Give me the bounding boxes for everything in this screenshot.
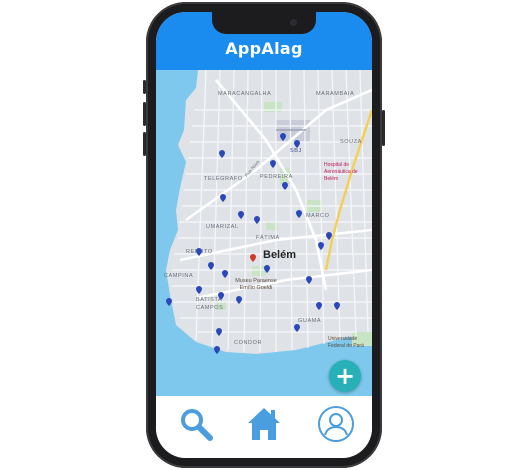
location-pin-icon[interactable] [296, 210, 302, 218]
mute-switch [143, 80, 146, 94]
neighborhood-label: CAMPINA [164, 273, 194, 279]
location-pin-icon[interactable] [254, 216, 260, 224]
home-icon [248, 408, 280, 440]
location-pin-icon[interactable] [216, 328, 222, 336]
location-pin-icon[interactable] [280, 133, 286, 141]
location-pin-icon[interactable] [238, 211, 244, 219]
neighborhood-label: TELÉGRAFO [204, 176, 243, 182]
location-pin-icon[interactable] [218, 292, 224, 300]
neighborhood-label: PEDREIRA [260, 174, 293, 180]
location-pin-icon[interactable] [316, 302, 322, 310]
phone-frame: AppAlag MARACANGALHA MARAMBAIA SOUZA TEL… [143, 2, 385, 468]
hospital-label: Hospital de Aeronáutica de Belém [324, 162, 358, 182]
map-view[interactable]: MARACANGALHA MARAMBAIA SOUZA TELÉGRAFO P… [156, 70, 372, 396]
volume-down-button [143, 132, 146, 156]
location-pin-icon[interactable] [236, 296, 242, 304]
neighborhood-label: UMARIZAL [206, 224, 239, 230]
location-pin-icon[interactable] [222, 270, 228, 278]
location-pin-icon[interactable] [294, 140, 300, 148]
location-pin-icon[interactable] [219, 150, 225, 158]
nav-home[interactable] [242, 402, 286, 446]
neighborhood-label: SOUZA [340, 139, 362, 145]
volume-up-button [143, 102, 146, 126]
location-pin-icon[interactable] [264, 265, 270, 273]
location-pin-icon[interactable] [318, 242, 324, 250]
nav-search[interactable] [174, 402, 218, 446]
neighborhood-label: MARACANGALHA [218, 91, 272, 97]
location-pin-icon[interactable] [220, 194, 226, 202]
nav-profile[interactable] [314, 402, 358, 446]
neighborhood-label: FÁTIMA [256, 235, 280, 241]
app-header: AppAlag [156, 12, 372, 70]
location-pin-icon[interactable] [334, 302, 340, 310]
notch [212, 12, 316, 34]
camera-icon [290, 19, 297, 26]
university-label: Universidade Federal do Pará [328, 336, 364, 349]
search-icon [181, 409, 213, 441]
location-pin-icon[interactable] [270, 160, 276, 168]
app-title: AppAlag [225, 39, 303, 58]
add-report-button[interactable]: + [329, 360, 361, 392]
airport-label: SBJ [290, 148, 302, 154]
museum-label: Museu Paraense Emílio Goeldi [235, 278, 277, 291]
location-pin-icon[interactable] [196, 286, 202, 294]
neighborhood-label: MARAMBAIA [316, 91, 355, 97]
location-pin-icon[interactable] [326, 232, 332, 240]
location-pin-icon[interactable] [306, 276, 312, 284]
location-pin-icon[interactable] [214, 346, 220, 354]
neighborhood-label: MARCO [306, 213, 330, 219]
location-pin-icon[interactable] [282, 182, 288, 190]
location-pin-icon[interactable] [166, 298, 172, 306]
phone-screen: AppAlag MARACANGALHA MARAMBAIA SOUZA TEL… [156, 12, 372, 458]
city-label: Belém [263, 249, 297, 261]
selected-pin-icon[interactable] [250, 254, 256, 262]
location-pin-icon[interactable] [208, 262, 214, 270]
power-button [382, 110, 385, 146]
neighborhood-label: GUAMÁ [298, 318, 322, 324]
location-pin-icon[interactable] [196, 248, 202, 256]
user-icon [318, 406, 354, 442]
bottom-nav [156, 396, 372, 458]
location-pin-icon[interactable] [294, 324, 300, 332]
neighborhood-label: CONDOR [234, 340, 263, 346]
